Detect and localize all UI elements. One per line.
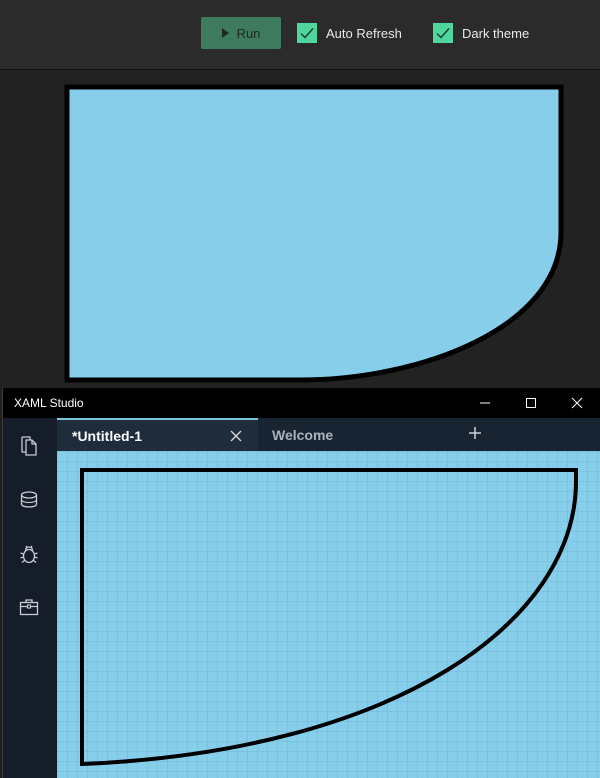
sidebar: [3, 418, 57, 778]
close-icon: [571, 397, 583, 409]
dark-theme-checkbox[interactable]: Dark theme: [433, 23, 529, 43]
minimize-icon: [480, 402, 490, 404]
canvas-shape[interactable]: [57, 451, 600, 778]
tab-untitled-1[interactable]: *Untitled-1: [57, 418, 258, 451]
auto-refresh-label: Auto Refresh: [326, 25, 402, 41]
close-tab-icon[interactable]: [229, 429, 243, 443]
maximize-icon: [526, 398, 536, 408]
bug-icon[interactable]: [18, 543, 40, 565]
play-icon: [221, 28, 229, 38]
toolbar: Run Auto Refresh Dark theme: [0, 0, 600, 70]
minimize-button[interactable]: [462, 388, 508, 418]
window-title: XAML Studio: [14, 396, 84, 410]
auto-refresh-checkbox[interactable]: Auto Refresh: [297, 23, 402, 43]
preview-area: [0, 70, 600, 388]
design-canvas[interactable]: [57, 451, 600, 778]
database-icon[interactable]: [18, 489, 40, 511]
add-tab-icon[interactable]: [467, 425, 483, 441]
checkmark-icon: [433, 23, 453, 43]
xaml-studio-window: XAML Studio *Untitled-1 Welcome: [2, 388, 600, 778]
tab-bar: *Untitled-1 Welcome: [57, 418, 600, 451]
preview-shape: [64, 84, 564, 383]
dark-theme-label: Dark theme: [462, 25, 530, 41]
documents-icon[interactable]: [18, 435, 40, 457]
run-button-label: Run: [236, 25, 261, 41]
title-bar: XAML Studio: [3, 388, 600, 418]
run-button[interactable]: Run: [201, 17, 281, 49]
close-button[interactable]: [554, 388, 600, 418]
maximize-button[interactable]: [508, 388, 554, 418]
tab-label: Welcome: [272, 426, 334, 443]
tab-label: *Untitled-1: [72, 427, 142, 444]
checkmark-icon: [297, 23, 317, 43]
toolbox-icon[interactable]: [18, 596, 40, 618]
tab-welcome[interactable]: Welcome: [272, 418, 392, 451]
